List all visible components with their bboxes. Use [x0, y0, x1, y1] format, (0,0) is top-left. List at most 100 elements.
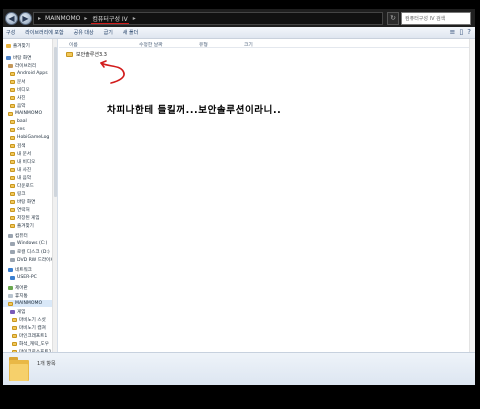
chevron-right-icon: ▸	[132, 15, 136, 22]
sidebar-item[interactable]: 게임	[3, 308, 25, 315]
sidebar-item-label: 로컬 디스크 (D:)	[17, 249, 50, 255]
sidebar-item[interactable]: 비디오	[3, 86, 30, 93]
sidebar-item[interactable]: 내 음악	[3, 174, 31, 181]
trash-icon	[8, 293, 13, 298]
sidebar-item[interactable]: 라이브러리	[3, 62, 36, 69]
column-header-name[interactable]: 이름	[69, 41, 78, 48]
star-icon	[6, 43, 11, 48]
sidebar-item[interactable]: ces	[3, 126, 25, 133]
folder-icon	[10, 103, 15, 108]
column-header-type[interactable]: 유형	[199, 41, 208, 48]
search-input[interactable]: 컴퓨터구성 IV 검색	[401, 12, 471, 25]
sidebar-item[interactable]: 화석_캐릭_도우	[3, 340, 49, 347]
folder-icon	[10, 207, 15, 212]
network-icon	[8, 267, 13, 272]
sidebar-item-label: 즐겨찾기	[17, 223, 34, 229]
sidebar-item[interactable]: Android Apps	[3, 70, 48, 77]
preview-pane-icon[interactable]: ▯	[459, 28, 463, 36]
sidebar-item[interactable]: 마비노기 스샷	[3, 316, 46, 323]
main-scrollbar[interactable]	[469, 39, 475, 352]
breadcrumb-mainmomo[interactable]: MAINMOMO	[45, 15, 80, 22]
desktop-icon	[6, 55, 11, 60]
sidebar-item-label: USER-PC	[17, 275, 37, 280]
sidebar-item[interactable]: baal	[3, 118, 27, 125]
share-with-menu[interactable]: 공유 대상	[74, 29, 94, 36]
forward-arrow-icon[interactable]: ▶	[19, 12, 32, 25]
sidebar-item[interactable]: USER-PC	[3, 274, 37, 281]
folder-icon	[8, 111, 13, 116]
sidebar-item-label: 사진	[17, 95, 26, 101]
folder-icon	[12, 317, 17, 322]
library-icon	[8, 63, 13, 68]
computer-icon	[8, 233, 13, 238]
address-bar-row: ◀ ▶ ▸ MAINMOMO ▸ 컴퓨터구성 IV ▸ ↻ 컴퓨터구성 IV 검…	[3, 9, 475, 27]
view-options-icon[interactable]: ≡	[450, 28, 456, 36]
sidebar-item[interactable]: 바탕 화면	[3, 54, 31, 61]
folder-icon	[10, 95, 15, 100]
column-header-size[interactable]: 크기	[244, 41, 253, 48]
sidebar-item[interactable]: 마인크래프트1	[3, 332, 47, 339]
sidebar-item[interactable]: 로컬 디스크 (D:)	[3, 248, 50, 255]
refresh-icon[interactable]: ↻	[387, 12, 399, 25]
sidebar-item[interactable]: HobiGameLog	[3, 134, 49, 141]
sidebar-item[interactable]: 컴퓨터	[3, 232, 28, 239]
chevron-right-icon: ▸	[84, 15, 88, 22]
sidebar-item[interactable]: 휴지통	[3, 292, 28, 299]
include-in-library-menu[interactable]: 라이브러리에 포함	[25, 29, 63, 36]
folder-icon	[10, 151, 15, 156]
file-list-pane: 이름 수정한 날짜 유형 크기 보안솔루션3.3 차피나한테 들킬꺼...보안솔…	[59, 39, 475, 352]
sidebar-item[interactable]: 내 사진	[3, 166, 31, 173]
sidebar-item[interactable]: 즐겨찾기	[3, 222, 34, 229]
sidebar-item[interactable]: 네트워크	[3, 266, 32, 273]
command-bar: 구성 라이브러리에 포함 공유 대상 굽기 새 폴더 ≡ ▯ ?	[3, 27, 475, 39]
sidebar-item[interactable]: 즐겨찾기	[3, 42, 30, 49]
folder-icon	[10, 143, 15, 148]
folder-icon	[12, 333, 17, 338]
sidebar-item[interactable]: 다운로드	[3, 182, 34, 189]
sidebar-item-label: 음악	[17, 103, 26, 109]
breadcrumb-current-folder[interactable]: 컴퓨터구성 IV	[91, 14, 129, 24]
red-arrow-annotation	[100, 60, 125, 84]
new-folder-button[interactable]: 새 폴더	[123, 29, 138, 36]
sidebar-item[interactable]: MAINMOMO	[3, 110, 42, 117]
sidebar-item-label: 내 사진	[17, 167, 32, 173]
sidebar-item-label: 내 비디오	[17, 159, 36, 165]
sidebar-item-label: 문서	[17, 79, 26, 85]
drive-icon	[10, 249, 15, 254]
sidebar-item[interactable]: MAINMOMO	[3, 300, 57, 307]
sidebar-item[interactable]: 내 비디오	[3, 158, 35, 165]
sidebar-item-label: Windows (C:)	[17, 241, 48, 246]
sidebar-item[interactable]: 저장된 게임	[3, 214, 40, 221]
folder-icon	[10, 127, 15, 132]
sidebar-item-label: 화석_캐릭_도우	[19, 341, 49, 347]
sidebar-item[interactable]: 문서	[3, 78, 25, 85]
sidebar-item[interactable]: 검색	[3, 142, 25, 149]
organize-menu[interactable]: 구성	[6, 29, 15, 36]
back-arrow-icon[interactable]: ◀	[5, 12, 18, 25]
sidebar-item-label: 바탕 화면	[13, 55, 32, 61]
help-icon[interactable]: ?	[467, 28, 471, 36]
item-count: 1개 항목	[37, 361, 56, 367]
address-box[interactable]: ▸ MAINMOMO ▸ 컴퓨터구성 IV ▸	[33, 12, 383, 25]
sidebar-item[interactable]: 사진	[3, 94, 25, 101]
sidebar-item[interactable]: 내 문서	[3, 150, 31, 157]
sidebar-item-label: 내 음악	[17, 175, 32, 181]
details-pane: 1개 항목	[3, 352, 475, 385]
scrollbar-thumb[interactable]	[53, 47, 57, 197]
sidebar-item[interactable]: DVD RW 드라이브	[3, 256, 55, 263]
nav-scrollbar[interactable]	[52, 39, 57, 352]
sidebar-item[interactable]: 제어판	[3, 284, 28, 291]
column-header-date[interactable]: 수정한 날짜	[139, 41, 163, 48]
sidebar-item-label: 마비노기 스샷	[19, 317, 46, 323]
sidebar-item[interactable]: 연락처	[3, 206, 30, 213]
sidebar-item-label: 마인크래프트1	[19, 333, 48, 339]
sidebar-item[interactable]: 바탕 화면	[3, 198, 35, 205]
chevron-right-icon: ▸	[38, 15, 42, 22]
drive-icon	[10, 257, 15, 262]
sidebar-item[interactable]: Windows (C:)	[3, 240, 47, 247]
sidebar-item[interactable]: 음악	[3, 102, 25, 109]
sidebar-item[interactable]: 링크	[3, 190, 25, 197]
sidebar-item-label: 제어판	[15, 285, 28, 291]
burn-button[interactable]: 굽기	[104, 29, 113, 36]
sidebar-item[interactable]: 마비노기 캡쳐	[3, 324, 46, 331]
